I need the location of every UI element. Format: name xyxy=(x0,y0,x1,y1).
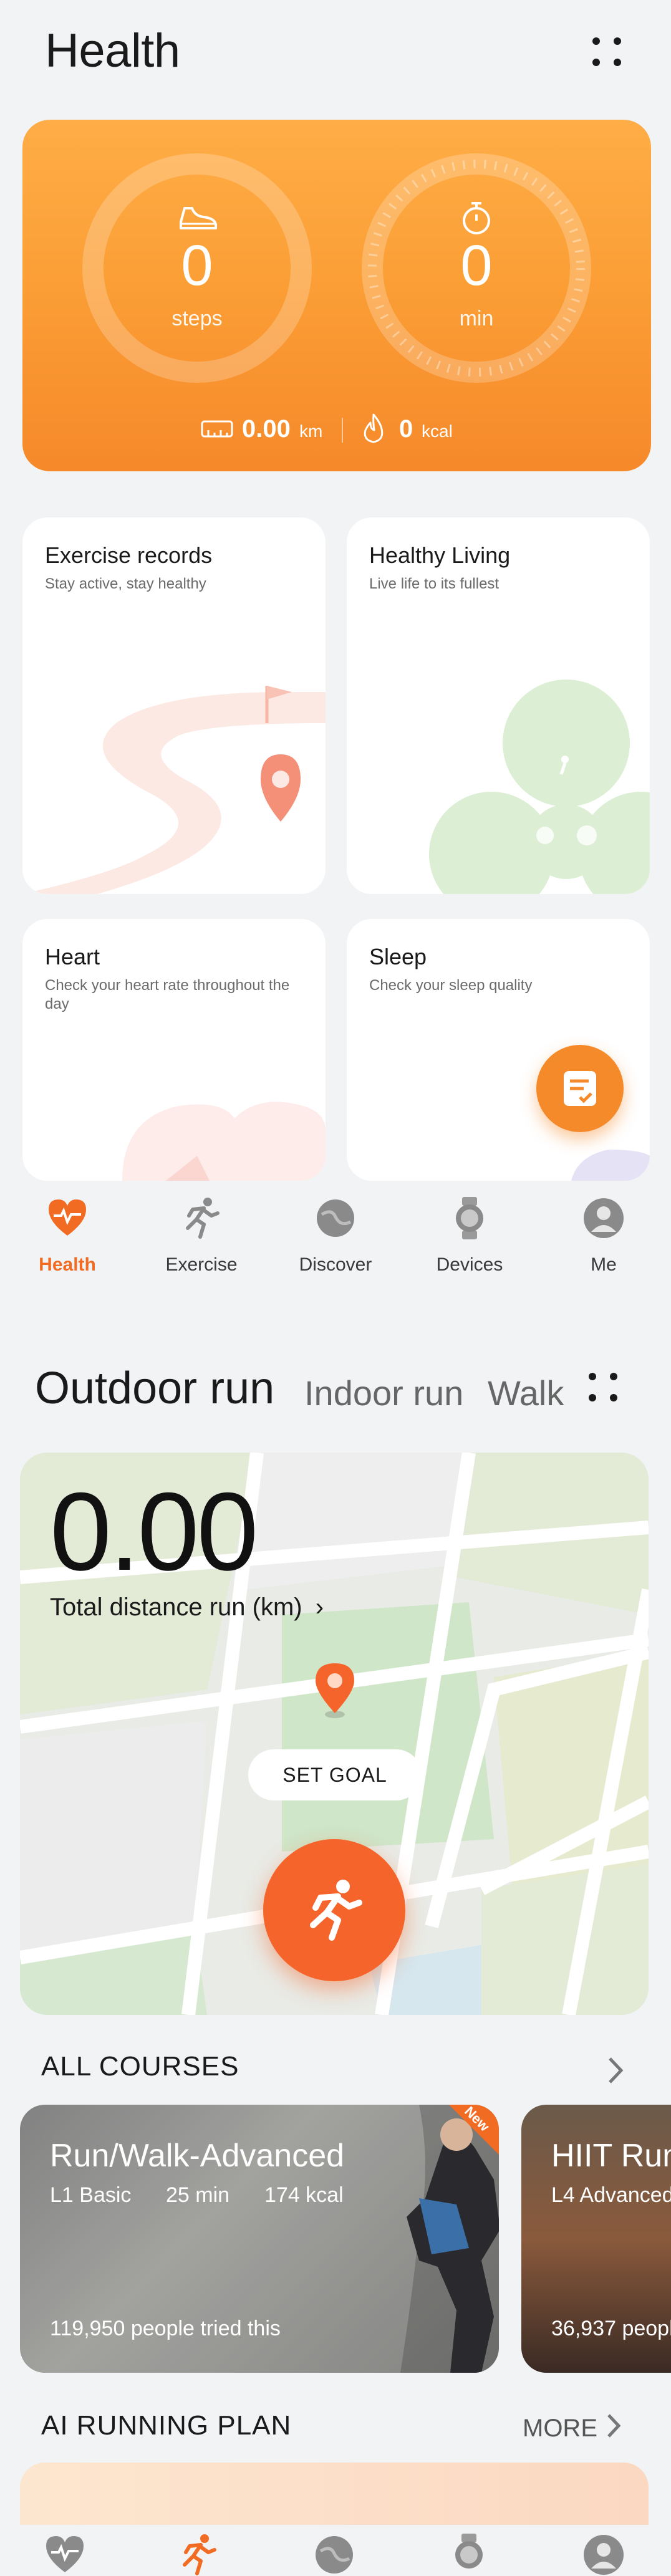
course-kcal: 174 kcal xyxy=(264,2183,344,2207)
card-title: Healthy Living xyxy=(369,542,511,568)
distance-value: 0.00 xyxy=(242,415,291,443)
ruler-icon xyxy=(201,420,233,438)
tab-walk[interactable]: Walk xyxy=(488,1373,564,1413)
watch-icon xyxy=(456,1197,483,1239)
heart-icon[interactable] xyxy=(42,2532,87,2576)
card-title: Sleep xyxy=(369,944,427,969)
runner-icon xyxy=(186,1198,220,1239)
start-run-button[interactable] xyxy=(263,1839,405,1981)
steps-value: 0 xyxy=(181,234,213,297)
set-goal-button[interactable]: SET GOAL xyxy=(248,1749,422,1800)
more-link[interactable]: MORE xyxy=(523,2413,622,2443)
course-tried-count: 119,950 people tried this xyxy=(50,2317,281,2340)
tab-health[interactable]: Health xyxy=(0,1196,135,1276)
runner-icon xyxy=(310,1880,362,1941)
chevron-right-icon[interactable] xyxy=(606,2056,625,2085)
sleep-record-button[interactable] xyxy=(536,1045,624,1132)
road-illustration xyxy=(22,686,326,894)
tab-label: Exercise xyxy=(165,1254,238,1275)
tab-label: Discover xyxy=(299,1254,372,1275)
ai-running-plan-heading: AI RUNNING PLAN xyxy=(41,2410,292,2441)
watch-icon[interactable] xyxy=(447,2532,491,2576)
tab-label: Me xyxy=(591,1254,617,1275)
sleep-card[interactable]: Sleep Check your sleep quality xyxy=(347,919,650,1181)
activity-summary-card[interactable]: 0 steps 0 min 0.00 km 0 kcal xyxy=(22,120,651,471)
course-card[interactable]: HIIT Running L4 Advanced 36,937 people t… xyxy=(521,2105,671,2373)
more-options-icon[interactable] xyxy=(585,1369,622,1406)
course-card[interactable]: New Run/Walk-Advanced L1 Basic 25 min 17… xyxy=(20,2105,499,2373)
healthy-living-card[interactable]: Healthy Living Live life to its fullest xyxy=(347,517,650,894)
card-subtitle: Check your sleep quality xyxy=(369,977,533,994)
calories-value: 0 xyxy=(399,415,413,443)
stopwatch-icon xyxy=(463,202,490,234)
chevron-right-icon: › xyxy=(315,1593,324,1621)
shoe-icon xyxy=(180,207,217,229)
tab-indoor-run[interactable]: Indoor run xyxy=(304,1373,463,1413)
bottom-tab-bar xyxy=(0,2525,671,2576)
total-distance-value: 0.00 xyxy=(50,1469,258,1593)
total-distance-label[interactable]: Total distance run (km) › xyxy=(50,1593,324,1622)
checklist-icon xyxy=(564,1071,596,1106)
more-options-icon[interactable] xyxy=(589,34,626,71)
card-subtitle: Live life to its fullest xyxy=(369,575,500,592)
course-level: L1 Basic xyxy=(50,2183,132,2207)
planet-icon[interactable] xyxy=(312,2532,357,2576)
divider xyxy=(342,418,343,443)
route-map[interactable]: 0.00 Total distance run (km) › SET GOAL xyxy=(20,1453,649,2015)
flame-icon xyxy=(364,413,384,443)
tab-label: Devices xyxy=(436,1254,503,1275)
tab-discover[interactable]: Discover xyxy=(268,1196,403,1276)
location-pin-icon xyxy=(316,1663,354,1718)
person-icon xyxy=(584,1198,624,1238)
course-level: L4 Advanced xyxy=(551,2183,671,2207)
course-tried-count: 36,937 people tried this xyxy=(551,2317,671,2340)
tab-outdoor-run[interactable]: Outdoor run xyxy=(35,1363,274,1414)
minutes-unit: min xyxy=(459,307,494,330)
heart-illustration xyxy=(122,1102,326,1181)
person-icon[interactable] xyxy=(581,2532,626,2576)
course-duration: 25 min xyxy=(166,2183,230,2207)
tab-me[interactable]: Me xyxy=(536,1196,671,1276)
steps-unit: steps xyxy=(171,307,223,330)
heart-icon xyxy=(49,1199,86,1236)
bottom-tab-bar: Health Exercise Discover Devices Me xyxy=(0,1181,671,1290)
distance-unit: km xyxy=(299,421,323,441)
heart-card[interactable]: Heart Check your heart rate throughout t… xyxy=(22,919,326,1181)
calories-unit: kcal xyxy=(422,421,453,441)
card-title: Exercise records xyxy=(45,542,213,568)
more-label: MORE xyxy=(523,2415,597,2442)
total-distance-text: Total distance run (km) xyxy=(50,1593,302,1621)
runner-icon[interactable] xyxy=(176,2532,221,2576)
page-title: Health xyxy=(45,24,180,77)
exercise-records-card[interactable]: Exercise records Stay active, stay healt… xyxy=(22,517,326,894)
ai-plan-card[interactable] xyxy=(20,2463,649,2525)
card-subtitle: Check your heart rate throughout the day xyxy=(45,977,290,1012)
card-title: Heart xyxy=(45,944,100,969)
tab-devices[interactable]: Devices xyxy=(402,1196,537,1276)
clover-illustration xyxy=(429,680,650,894)
course-title: HIIT Running xyxy=(551,2138,671,2174)
course-title: Run/Walk-Advanced xyxy=(50,2138,345,2174)
minutes-value: 0 xyxy=(460,234,493,297)
all-courses-heading: ALL COURSES xyxy=(41,2051,239,2082)
planet-icon xyxy=(317,1199,354,1237)
tab-label: Health xyxy=(39,1254,96,1275)
chevron-right-icon xyxy=(607,2414,621,2438)
tab-exercise[interactable]: Exercise xyxy=(134,1196,269,1276)
card-subtitle: Stay active, stay healthy xyxy=(45,575,206,592)
